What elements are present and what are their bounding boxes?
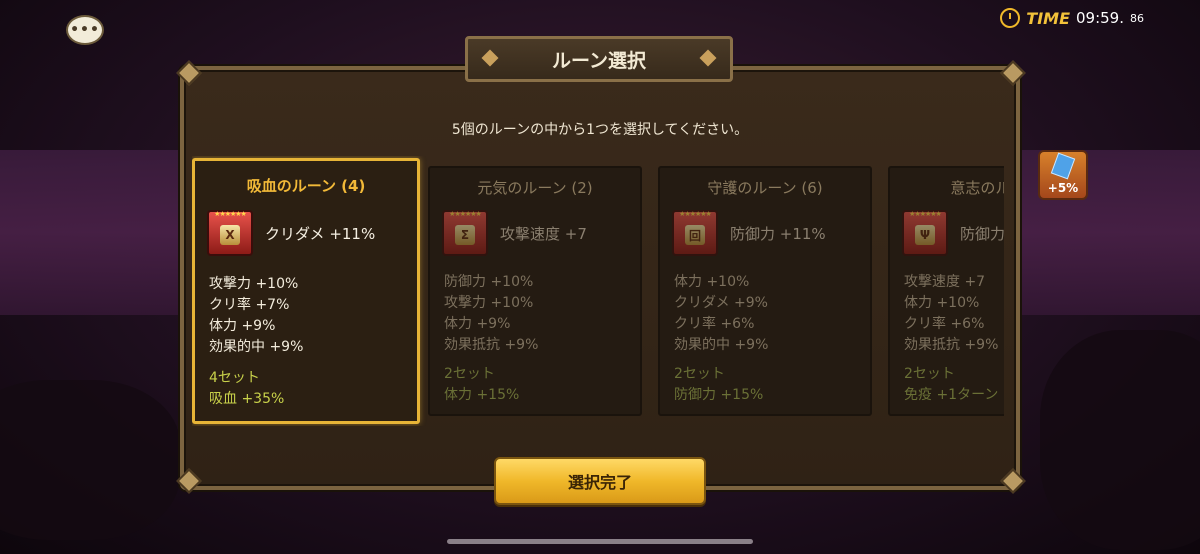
rune-sub-stat: 効果抵抗 +9% [904, 337, 999, 353]
title-ornament-left [481, 49, 499, 67]
rune-main-stat: 防御力 [960, 224, 1004, 243]
rune-icon: ★★★★★★ X [207, 210, 253, 256]
time-display: TIME 09:59. 86 [1000, 8, 1144, 28]
rune-set-count: 2セット [444, 366, 495, 382]
title-ornament-right [699, 49, 717, 67]
rune-sub-stat: 攻撃速度 +7 [904, 274, 986, 290]
rune-sub-stat: 体力 +10% [904, 295, 980, 311]
rune-sub-stat: 効果的中 +9% [209, 339, 304, 355]
rune-sub-stat: クリダメ +9% [674, 295, 768, 311]
bonus-tab-label: +5% [1047, 181, 1079, 195]
rune-card[interactable]: 意志のルーン ★★★★★★ Ψ 防御力 攻撃速度 +7 体力 +10% クリ率 … [888, 166, 1004, 416]
rune-icon: ★★★★★★ Ψ [902, 210, 948, 256]
star-rating: ★★★★★★ [679, 210, 712, 218]
time-label: TIME [1026, 8, 1070, 28]
rune-sub-stat: 攻撃力 +10% [444, 295, 534, 311]
time-fraction: 86 [1130, 11, 1144, 25]
rune-glyph-icon: Σ [455, 225, 475, 245]
rune-sub-stat: クリ率 +6% [904, 316, 985, 332]
star-rating: ★★★★★★ [214, 210, 247, 218]
home-indicator[interactable] [447, 539, 753, 544]
rune-set-bonus: 体力 +15% [444, 387, 520, 403]
star-rating: ★★★★★★ [449, 210, 482, 218]
rune-sub-stat: クリ率 +6% [674, 316, 755, 332]
chat-button[interactable]: ••• [66, 15, 104, 45]
rune-glyph-icon: X [220, 225, 240, 245]
rune-glyph-icon: Ψ [915, 225, 935, 245]
time-value: 09:59. [1076, 9, 1124, 27]
rune-name: 意志のルーン [950, 179, 1004, 197]
bonus-tab[interactable]: +5% [1038, 150, 1088, 200]
chat-icon: ••• [70, 22, 100, 38]
star-rating: ★★★★★★ [909, 210, 942, 218]
rune-sub-stat: クリ率 +7% [209, 297, 290, 313]
rune-sub-stat: 体力 +10% [674, 274, 750, 290]
rune-set-count: 2セット [904, 366, 955, 382]
rune-sub-stat: 体力 +9% [209, 318, 276, 334]
rune-sub-stat: 効果的中 +9% [674, 337, 769, 353]
dialog-title: ルーン選択 [551, 49, 647, 72]
rune-name: 元気のルーン (2) [477, 179, 593, 197]
rune-icon: ★★★★★★ Σ [442, 210, 488, 256]
instruction-text: 5個のルーンの中から1つを選択してください。 [451, 122, 749, 138]
confirm-selection-button[interactable]: 選択完了 [494, 457, 706, 505]
dialog-title-plate: ルーン選択 [465, 36, 733, 82]
rune-sub-stat: 防御力 +10% [444, 274, 534, 290]
rune-sub-stat: 効果抵抗 +9% [444, 337, 539, 353]
rune-name: 守護のルーン (6) [707, 179, 823, 197]
rune-main-stat: 攻撃速度 +7 [500, 224, 587, 243]
rune-set-bonus: 吸血 +35% [209, 391, 285, 407]
rune-name: 吸血のルーン (4) [246, 177, 366, 195]
alarm-clock-icon [1000, 8, 1021, 28]
background-rock [1040, 330, 1200, 550]
rune-sub-stat: 体力 +9% [444, 316, 511, 332]
crystal-icon [1050, 152, 1076, 180]
rune-sub-stat: 攻撃力 +10% [209, 276, 299, 292]
background-rock [0, 380, 180, 540]
rune-card[interactable]: 元気のルーン (2) ★★★★★★ Σ 攻撃速度 +7 防御力 +10% 攻撃力… [428, 166, 642, 416]
rune-set-bonus: 免疫 +1ターン [904, 387, 999, 403]
rune-glyph-icon: 回 [685, 225, 705, 245]
rune-card[interactable]: 守護のルーン (6) ★★★★★★ 回 防御力 +11% 体力 +10% クリダ… [658, 166, 872, 416]
rune-main-stat: クリダメ +11% [265, 224, 376, 243]
rune-set-count: 4セット [209, 370, 260, 386]
rune-set-count: 2セット [674, 366, 725, 382]
rune-icon: ★★★★★★ 回 [672, 210, 718, 256]
rune-main-stat: 防御力 +11% [730, 224, 826, 243]
rune-card-list[interactable]: 吸血のルーン (4) ★★★★★★ X クリダメ +11% 攻撃力 +10% ク… [192, 156, 1004, 426]
rune-card[interactable]: 吸血のルーン (4) ★★★★★★ X クリダメ +11% 攻撃力 +10% ク… [192, 158, 420, 424]
rune-set-bonus: 防御力 +15% [674, 387, 764, 403]
